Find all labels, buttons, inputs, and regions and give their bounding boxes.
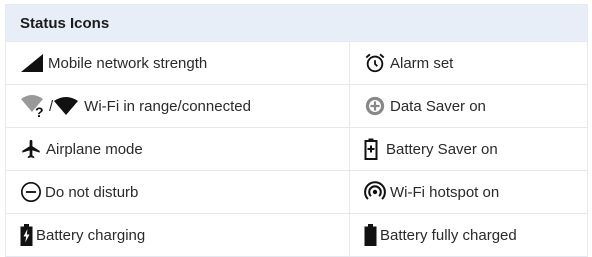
wifi-separator: /	[49, 97, 54, 115]
battery-full-label: Battery fully charged	[380, 226, 517, 244]
table-row: Do not disturb Wi-Fi hotspot on	[6, 171, 587, 214]
table-title: Status Icons	[6, 5, 587, 42]
do-not-disturb-label: Do not disturb	[45, 183, 139, 201]
signal-strength-icon	[20, 53, 44, 73]
wifi-label: Wi-Fi in range/connected	[84, 97, 251, 115]
data-saver-label: Data Saver on	[390, 97, 486, 115]
battery-saver-label: Battery Saver on	[386, 140, 498, 158]
table-row: Battery charging Battery fully charged	[6, 214, 587, 256]
table-row: Mobile network strength Alarm set	[6, 42, 587, 85]
do-not-disturb-icon	[20, 181, 42, 203]
table-cell: Wi-Fi hotspot on	[350, 171, 587, 213]
alarm-set-label: Alarm set	[390, 54, 454, 72]
table-cell: Battery fully charged	[350, 214, 587, 256]
table-cell: Battery Saver on	[350, 128, 587, 170]
wifi-in-range-icon: ?	[20, 94, 48, 118]
table-row: Airplane mode Battery Saver on	[6, 128, 587, 171]
table-cell: Mobile network strength	[6, 42, 350, 84]
battery-charging-label: Battery charging	[36, 226, 146, 244]
data-saver-icon	[364, 95, 386, 117]
table-cell: ? / Wi-Fi in range/connected	[6, 85, 350, 127]
battery-charging-icon	[20, 224, 33, 246]
table-cell: Airplane mode	[6, 128, 350, 170]
table-cell: Alarm set	[350, 42, 587, 84]
airplane-icon	[20, 138, 42, 160]
battery-saver-icon	[364, 138, 378, 160]
table-row: ? / Wi-Fi in range/connected Data Saver …	[6, 85, 587, 128]
wifi-hotspot-icon	[364, 181, 386, 203]
wifi-icon	[54, 96, 79, 116]
status-icons-table: Status Icons Mobile network strength Ala…	[5, 4, 588, 257]
alarm-clock-icon	[364, 52, 386, 74]
battery-full-icon	[364, 224, 377, 246]
table-cell: Do not disturb	[6, 171, 350, 213]
mobile-network-label: Mobile network strength	[48, 54, 208, 72]
table-cell: Data Saver on	[350, 85, 587, 127]
table-cell: Battery charging	[6, 214, 350, 256]
wifi-hotspot-label: Wi-Fi hotspot on	[390, 183, 500, 201]
airplane-mode-label: Airplane mode	[46, 140, 143, 158]
svg-text:?: ?	[35, 104, 44, 118]
